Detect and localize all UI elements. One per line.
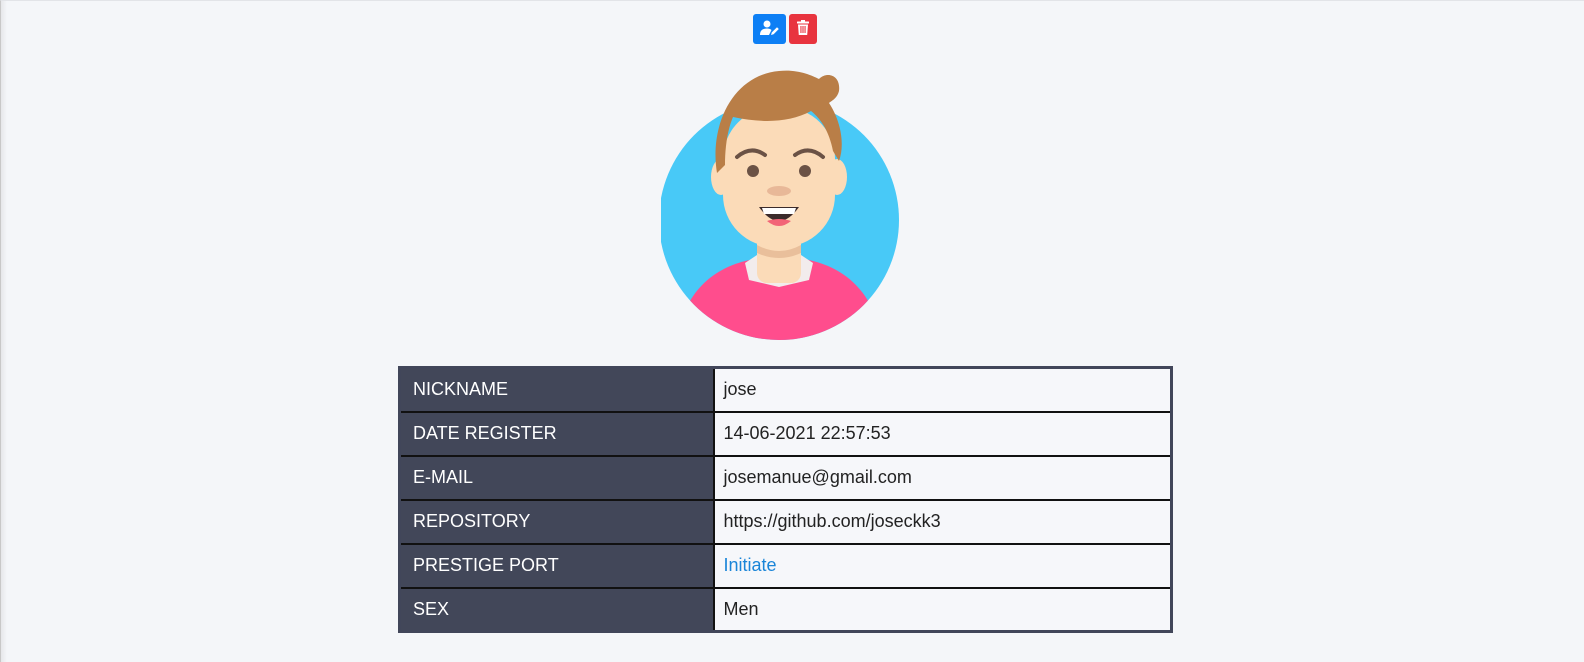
prestige-port-link[interactable]: Initiate (724, 555, 777, 575)
table-row: NICKNAME jose (399, 367, 1172, 413)
delete-user-button[interactable] (789, 14, 817, 44)
profile-actions (753, 14, 817, 44)
repository-label: REPOSITORY (399, 499, 714, 545)
table-row: REPOSITORY https://github.com/joseckk3 (399, 499, 1172, 545)
table-row: DATE REGISTER 14-06-2021 22:57:53 (399, 411, 1172, 457)
trash-icon (797, 20, 809, 38)
profile-info-table: NICKNAME jose DATE REGISTER 14-06-2021 2… (398, 366, 1173, 633)
prestige-port-label: PRESTIGE PORT (399, 543, 714, 589)
prestige-port-cell: Initiate (712, 543, 1172, 589)
nickname-label: NICKNAME (399, 367, 714, 413)
sex-value: Men (712, 587, 1172, 632)
table-row: E-MAIL josemanue@gmail.com (399, 455, 1172, 501)
edit-user-button[interactable] (753, 14, 786, 44)
email-value: josemanue@gmail.com (712, 455, 1172, 501)
profile-page: NICKNAME jose DATE REGISTER 14-06-2021 2… (0, 0, 1584, 662)
date-register-label: DATE REGISTER (399, 411, 714, 457)
table-row: PRESTIGE PORT Initiate (399, 543, 1172, 589)
user-edit-icon (759, 20, 780, 39)
repository-value: https://github.com/joseckk3 (712, 499, 1172, 545)
email-label: E-MAIL (399, 455, 714, 501)
user-avatar (659, 65, 911, 341)
nickname-value: jose (712, 367, 1172, 413)
table-row: SEX Men (399, 587, 1172, 632)
sex-label: SEX (399, 587, 714, 632)
date-register-value: 14-06-2021 22:57:53 (712, 411, 1172, 457)
